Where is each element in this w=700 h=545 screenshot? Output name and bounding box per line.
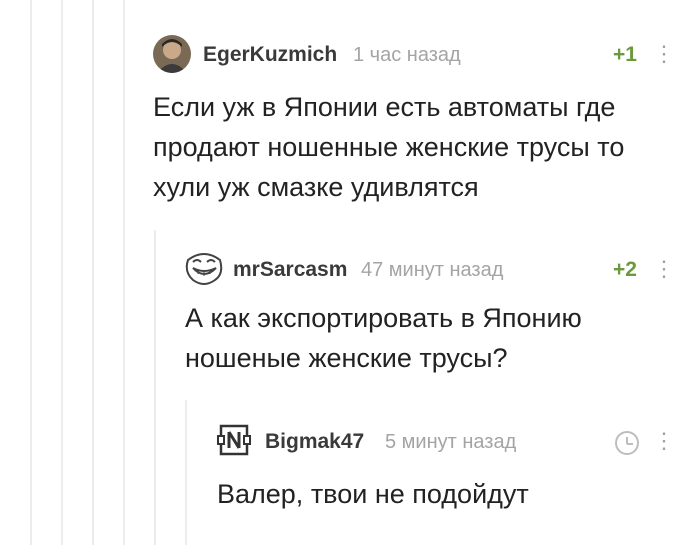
timestamp[interactable]: 5 минут назад [385,431,516,454]
rammstein-logo-avatar[interactable] [217,423,251,457]
thread-line [154,230,156,545]
comment: EgerKuzmich 1 час назад +1 ⋮ Если уж в Я… [153,32,683,212]
comment-text: Валер, твои не подойдут [217,479,529,509]
comment: Bigmak47 5 минут назад ⋮ Валер, твои не … [217,420,683,520]
username[interactable]: mrSarcasm [233,258,347,282]
more-options-icon[interactable]: ⋮ [653,256,675,282]
comment-text: А как экспортировать в Японию ношеные же… [185,303,582,373]
more-options-icon[interactable]: ⋮ [653,428,675,454]
timestamp[interactable]: 1 час назад [353,44,461,67]
rating: +2 [613,258,637,281]
trollface-avatar[interactable] [185,250,223,286]
thread-line [61,0,63,545]
timestamp[interactable]: 47 минут назад [361,259,503,282]
thread-line [123,0,125,545]
comment: mrSarcasm 47 минут назад +2 ⋮ А как эксп… [185,248,683,388]
user-photo-avatar[interactable] [153,35,191,73]
thread-line [185,400,187,545]
more-options-icon[interactable]: ⋮ [653,41,675,67]
username[interactable]: Bigmak47 [265,430,364,454]
clock-icon [615,431,639,455]
thread-line [30,0,32,545]
thread-line [92,0,94,545]
rating: +1 [613,43,637,66]
comment-text: Если уж в Японии есть автоматы где прода… [153,92,625,202]
username[interactable]: EgerKuzmich [203,43,337,67]
